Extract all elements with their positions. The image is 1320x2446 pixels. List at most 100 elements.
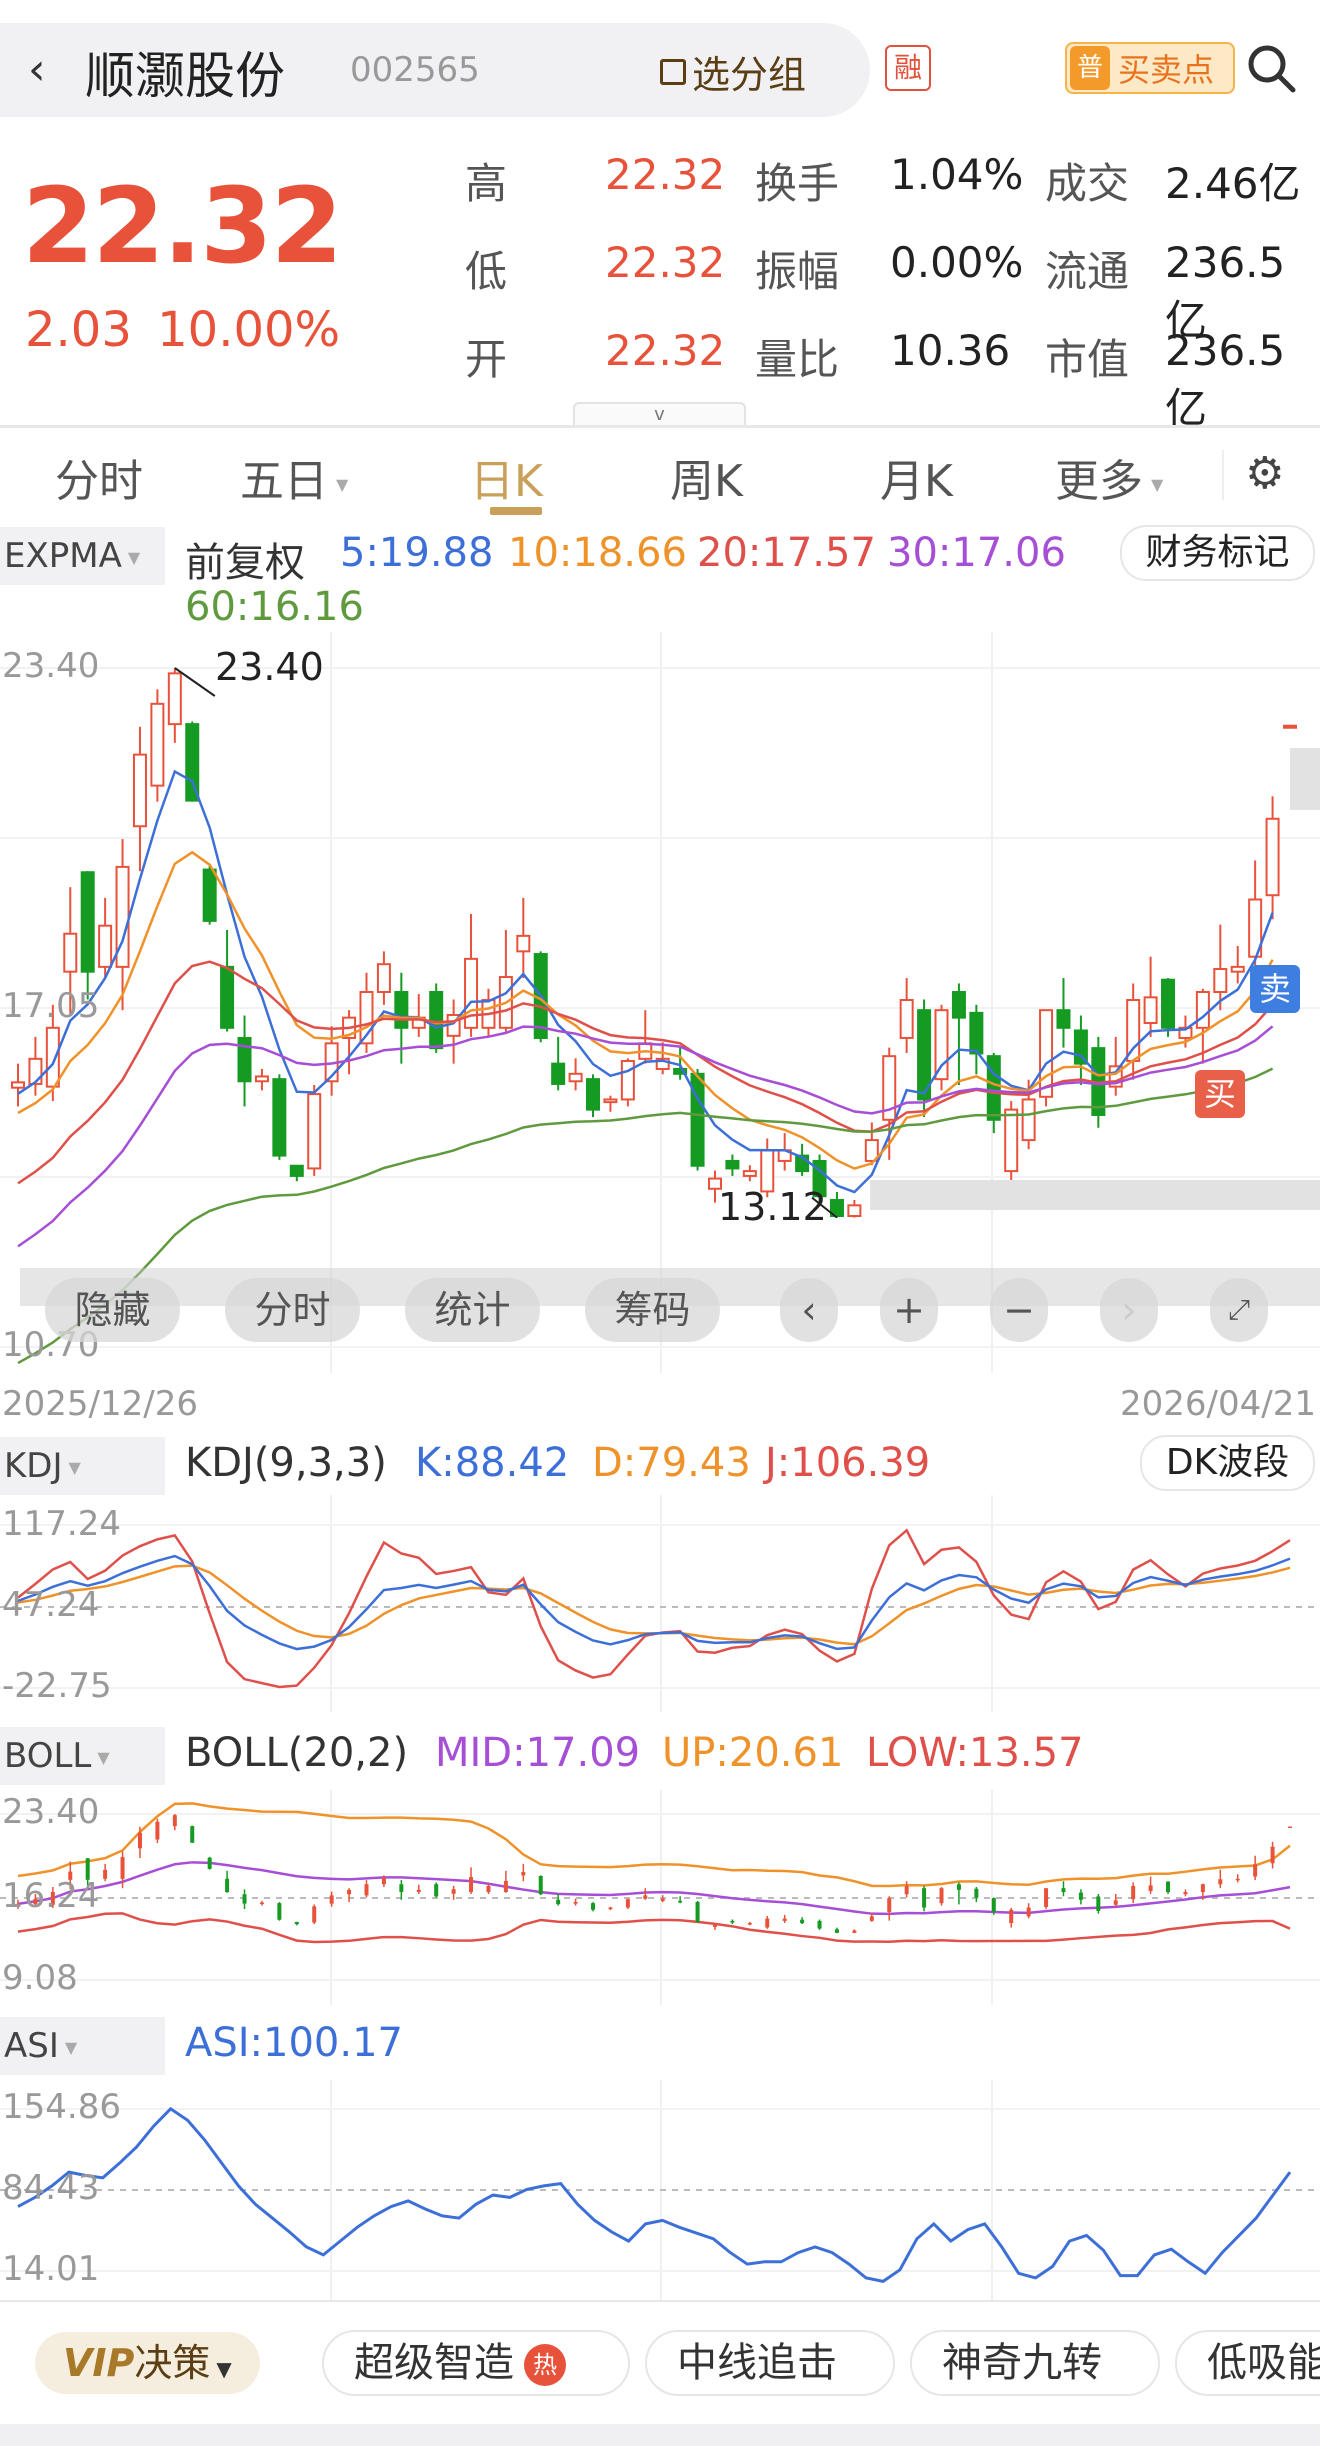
boll-candle-body <box>538 1876 543 1895</box>
chip-super-manufacturing[interactable]: 超级智造热 <box>322 2330 630 2396</box>
tab-daily-k[interactable]: 日K <box>470 445 543 509</box>
home-indicator-bar <box>0 2424 1320 2446</box>
ema-line-20 <box>17 960 1274 1185</box>
boll-candle-body <box>1078 1892 1083 1900</box>
search-icon[interactable] <box>1245 42 1299 100</box>
boll-tick-mid: 16.24 <box>2 1876 100 1916</box>
intraday-button[interactable]: 分时 <box>225 1278 360 1342</box>
sell-signal-badge[interactable]: 卖 <box>1250 965 1300 1013</box>
boll-candle-body <box>1200 1884 1205 1893</box>
boll-candle-body <box>242 1894 247 1904</box>
vip-decision-button[interactable]: VIP决策 ▼ <box>35 2332 260 2394</box>
candle-body <box>1143 996 1158 1025</box>
price-change: 2.03 10.00% <box>25 302 340 358</box>
ema5-label: 5:19.88 <box>340 530 494 576</box>
boll-candle-body <box>747 1923 752 1925</box>
candle-body <box>254 1075 269 1083</box>
boll-candle-body <box>312 1906 317 1923</box>
tab-weekly-k[interactable]: 周K <box>670 445 743 509</box>
dropdown-icon: ▼ <box>97 1747 110 1767</box>
asi-value: ASI:100.17 <box>185 2020 403 2066</box>
candle-body <box>516 934 531 953</box>
boll-candle-body <box>277 1903 282 1920</box>
tab-five-day-label: 五日 <box>240 456 328 507</box>
tab-more[interactable]: 更多 ▼ <box>1055 445 1163 509</box>
candle-body <box>1056 1009 1071 1029</box>
boll-candle-body <box>817 1920 822 1929</box>
tab-intraday[interactable]: 分时 <box>55 445 143 509</box>
select-group-button[interactable]: 选分组 <box>660 44 806 99</box>
boll-candle-body <box>434 1884 439 1897</box>
candle-body <box>725 1159 740 1170</box>
candle-body <box>742 1170 757 1177</box>
buy-sell-points-button[interactable]: 普 买卖点 <box>1065 42 1235 94</box>
asi-tick-mid: 84.43 <box>2 2168 100 2208</box>
boll-tick-top: 23.40 <box>2 1792 100 1832</box>
margin-badge[interactable]: 融 <box>885 45 931 91</box>
y-tick-mid: 17.05 <box>2 986 100 1026</box>
pu-icon: 普 <box>1070 46 1110 90</box>
finance-marks-button[interactable]: 财务标记 <box>1120 525 1315 581</box>
tab-monthly-k[interactable]: 月K <box>880 445 953 509</box>
tab-five-day[interactable]: 五日 ▼ <box>240 445 348 509</box>
boll-low: LOW:13.57 <box>866 1730 1084 1776</box>
fullscreen-icon[interactable]: ⤢ <box>1210 1278 1268 1342</box>
candle-body <box>98 924 113 968</box>
candle-body <box>1265 817 1280 897</box>
boll-candle-body <box>347 1889 352 1895</box>
zoom-in-icon[interactable]: + <box>880 1278 938 1342</box>
chips-button[interactable]: 筹码 <box>585 1278 720 1342</box>
boll-candle-body <box>1288 1826 1292 1829</box>
statistics-button[interactable]: 统计 <box>405 1278 540 1342</box>
charts-canvas <box>0 632 1320 2300</box>
indicator-selector-asi[interactable]: ASI ▼ <box>0 2017 165 2075</box>
hide-button[interactable]: 隐藏 <box>45 1278 180 1342</box>
ema-line-5 <box>17 769 1274 1194</box>
candle-body <box>132 753 147 828</box>
indicator-selector-kdj[interactable]: KDJ ▼ <box>0 1437 165 1495</box>
boll-candle-body <box>259 1902 264 1905</box>
chip-label: 超级智造 <box>354 2340 514 2386</box>
boll-candle-body <box>956 1884 961 1890</box>
change-percent: 10.00% <box>157 302 341 358</box>
candle-body <box>272 1078 287 1157</box>
scroll-handle[interactable] <box>1290 748 1320 810</box>
boll-up-line <box>17 1802 1291 1888</box>
asi-tick-bottom: 14.01 <box>2 2249 100 2289</box>
dk-band-button[interactable]: DK波段 <box>1140 1435 1315 1491</box>
back-icon[interactable]: ‹ <box>28 44 46 95</box>
asi-tick-top: 154.86 <box>2 2087 121 2127</box>
boll-candle-body <box>974 1888 979 1898</box>
boll-candle-body <box>887 1898 892 1912</box>
ema60-label: 60:16.16 <box>185 584 364 630</box>
candle-body <box>620 1059 635 1101</box>
kdj-tick-mid: 47.24 <box>2 1585 100 1625</box>
current-price: 22.32 <box>22 165 343 287</box>
candle-body <box>63 932 78 973</box>
kdj-j: J:106.39 <box>765 1440 931 1486</box>
boll-candle-body <box>1113 1900 1118 1905</box>
ema20-label: 20:17.57 <box>697 530 876 576</box>
hot-badge: 热 <box>524 2344 566 2386</box>
gear-icon[interactable]: ⚙ <box>1245 452 1284 496</box>
boll-up: UP:20.61 <box>662 1730 844 1776</box>
next-icon[interactable]: › <box>1100 1278 1158 1342</box>
candle-body <box>603 1098 618 1104</box>
prev-icon[interactable]: ‹ <box>780 1278 838 1342</box>
boll-candle-body <box>643 1895 648 1899</box>
dropdown-icon: ▼ <box>127 547 141 567</box>
boll-candle-body <box>852 1930 857 1933</box>
boll-candle-body <box>225 1878 230 1893</box>
zoom-out-icon[interactable]: − <box>990 1278 1048 1342</box>
buy-signal-badge[interactable]: 买 <box>1195 1070 1245 1118</box>
indicator-selector-boll[interactable]: BOLL ▼ <box>0 1727 165 1785</box>
adjust-label: 前复权 <box>185 540 305 586</box>
boll-candle-body <box>1009 1909 1014 1924</box>
chip-magic-nine[interactable]: 神奇九转 <box>910 2330 1160 2396</box>
candle-body <box>1021 1098 1036 1142</box>
chip-low-absorb[interactable]: 低吸能 <box>1175 2330 1320 2396</box>
indicator-selector-expma[interactable]: EXPMA ▼ <box>0 527 165 585</box>
boll-candle-body <box>137 1832 142 1849</box>
chip-mid-line-chase[interactable]: 中线追击 <box>645 2330 895 2396</box>
boll-low-line <box>17 1912 1291 1944</box>
